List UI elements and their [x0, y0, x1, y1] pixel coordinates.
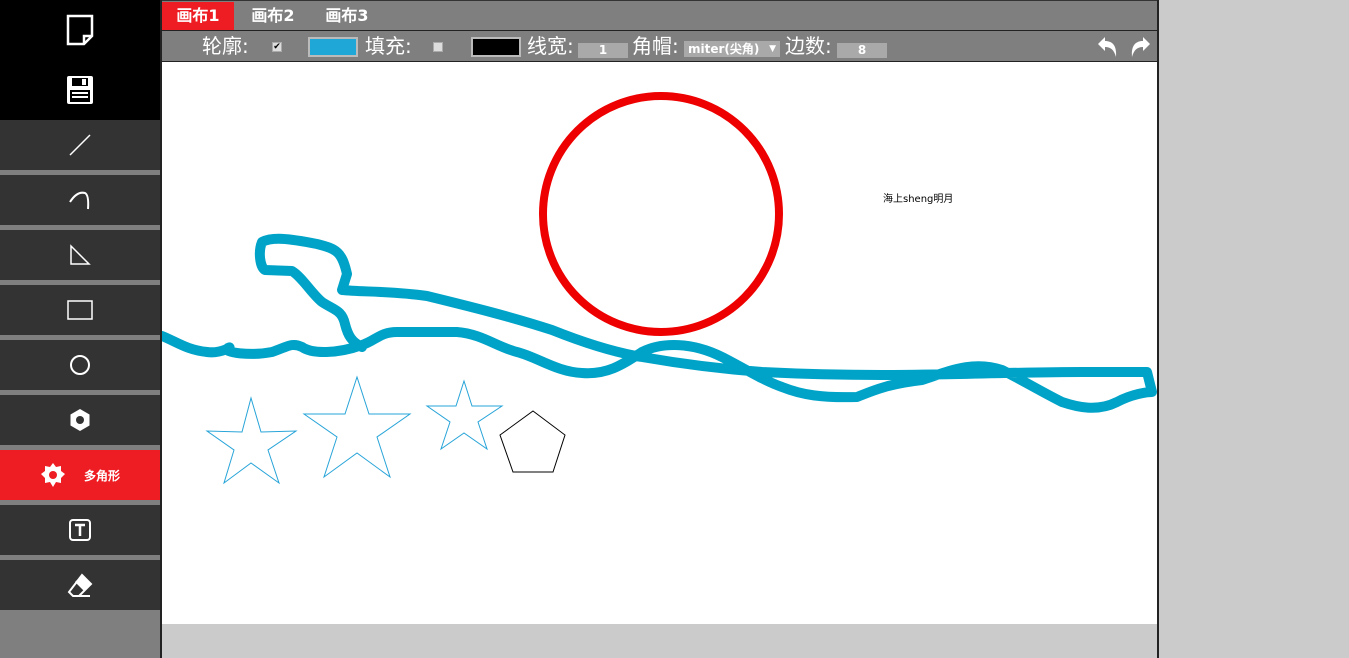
save-button[interactable] — [0, 60, 160, 120]
save-icon — [67, 76, 93, 104]
line-icon — [69, 134, 91, 156]
cap-select-value: miter(尖角) — [688, 42, 760, 56]
tool-polygon[interactable]: 多角形 — [0, 450, 160, 500]
canvas-footer-area — [162, 624, 1157, 658]
circle-icon — [70, 355, 90, 375]
outline-color-swatch[interactable] — [308, 37, 358, 57]
eraser-icon — [67, 573, 93, 597]
chevron-down-icon: ▼ — [769, 44, 776, 54]
new-file-button[interactable] — [0, 0, 160, 60]
outline-checkbox[interactable]: ✔ — [272, 42, 282, 52]
polygon-icon — [40, 463, 65, 487]
cap-label: 角帽: — [632, 34, 679, 58]
main-right-border — [1157, 0, 1159, 658]
red-circle-shape — [539, 92, 783, 336]
fill-checkbox[interactable] — [433, 42, 443, 52]
toolbar: 轮廓: ✔ 填充: 线宽: 1 角帽: miter(尖角) ▼ 边数: 8 — [162, 30, 1157, 63]
line-width-label: 线宽: — [527, 34, 574, 58]
canvas-drawing — [162, 92, 1157, 485]
triangle-icon — [70, 244, 91, 265]
tool-text[interactable] — [0, 505, 160, 555]
sidebar: 多角形 — [0, 0, 160, 658]
tab-canvas-3[interactable]: 画布3 — [310, 2, 384, 30]
tool-hexagon[interactable] — [0, 395, 160, 445]
tab-canvas-2[interactable]: 画布2 — [236, 2, 310, 30]
sides-input[interactable]: 8 — [837, 43, 887, 58]
sides-label: 边数: — [785, 34, 832, 58]
canvas-text-label: 海上sheng明月 — [883, 194, 954, 205]
new-file-icon — [66, 14, 94, 46]
text-icon — [69, 519, 91, 541]
tab-bar: 画布1 画布2 画布3 — [162, 0, 1157, 30]
pentagon-shape — [499, 410, 566, 473]
undo-icon[interactable] — [1095, 35, 1119, 59]
tool-line[interactable] — [0, 120, 160, 170]
drawing-canvas[interactable]: 海上sheng明月 — [162, 62, 1157, 624]
tab-canvas-1[interactable]: 画布1 — [162, 2, 234, 30]
blue-freehand-stroke — [162, 233, 1157, 413]
tool-triangle[interactable] — [0, 230, 160, 280]
curve-icon — [69, 191, 90, 210]
star-shape — [302, 375, 412, 479]
rectangle-icon — [67, 300, 93, 320]
tool-polygon-label: 多角形 — [83, 468, 120, 483]
outline-label: 轮廓: — [202, 34, 249, 58]
tool-curve[interactable] — [0, 175, 160, 225]
tool-eraser[interactable] — [0, 560, 160, 610]
tool-circle[interactable] — [0, 340, 160, 390]
star-shape — [425, 379, 504, 451]
tool-rectangle[interactable] — [0, 285, 160, 335]
redo-icon[interactable] — [1129, 35, 1153, 59]
fill-color-swatch[interactable] — [471, 37, 521, 57]
line-width-input[interactable]: 1 — [578, 43, 628, 58]
fill-label: 填充: — [365, 34, 412, 58]
cap-select[interactable]: miter(尖角) ▼ — [684, 41, 780, 57]
hexagon-icon — [70, 409, 90, 431]
star-shape — [205, 396, 298, 485]
